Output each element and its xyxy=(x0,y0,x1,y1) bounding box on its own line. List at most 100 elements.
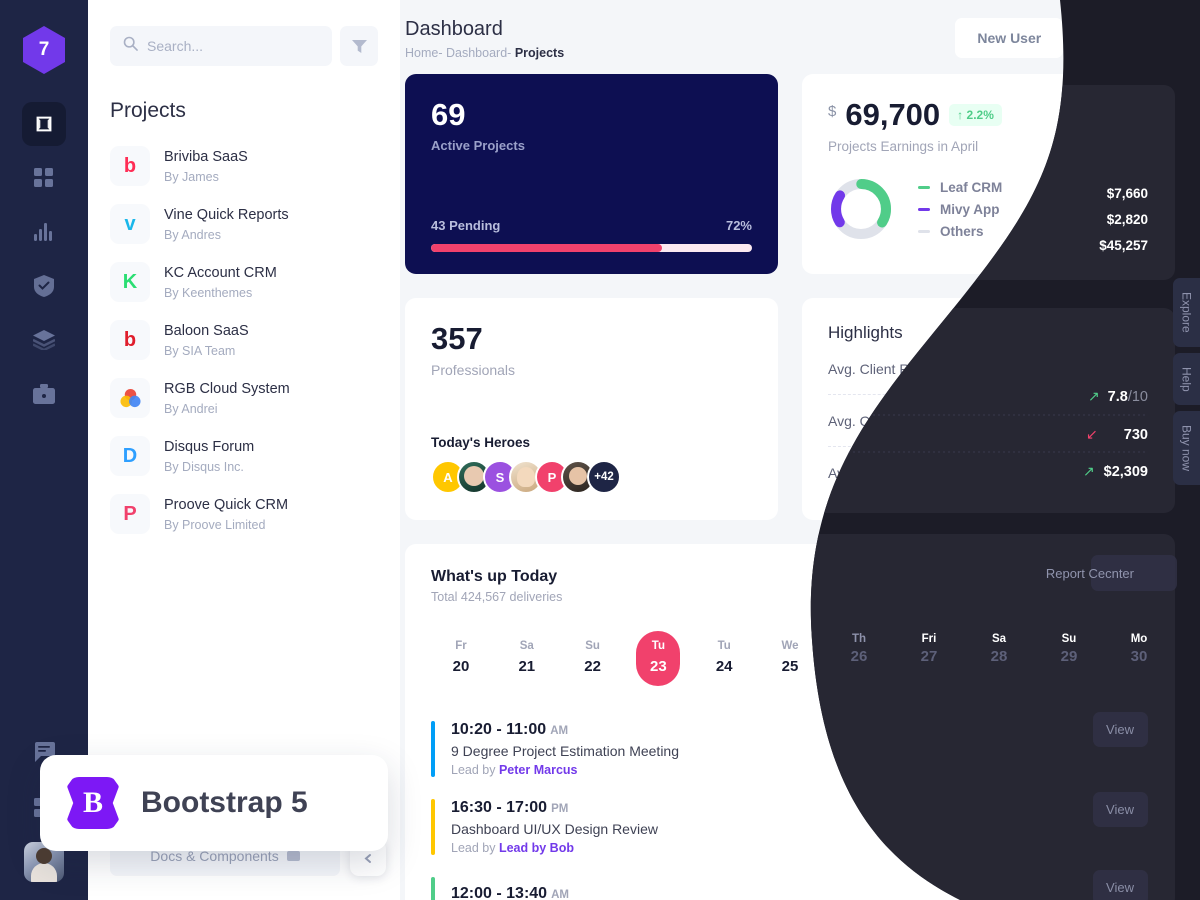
arrow-up-right-icon: ↗ xyxy=(1087,360,1100,376)
list-item[interactable]: b Baloon SaaS By SIA Team xyxy=(110,311,378,369)
date-cell[interactable]: Su 29 xyxy=(1031,631,1075,686)
date-cell[interactable]: We 25 xyxy=(768,631,812,686)
tab-help[interactable]: Help xyxy=(1173,352,1200,406)
active-projects-card: 69 Active Projects 43 Pending 72% xyxy=(405,74,778,274)
progress-bar xyxy=(431,244,752,252)
pending-label: 43 Pending xyxy=(431,218,501,233)
project-logo-icon: b xyxy=(110,320,150,360)
breadcrumb-home[interactable]: Home- xyxy=(405,46,443,60)
shield-check-icon[interactable] xyxy=(22,264,66,308)
event-lead-link[interactable]: Peter Marcus xyxy=(499,763,578,777)
date-cell[interactable]: Fri 27 xyxy=(900,631,944,686)
list-item[interactable]: D Disqus Forum By Disqus Inc. xyxy=(110,427,378,485)
side-tabs: Explore Help Buy now xyxy=(1173,278,1200,486)
event-color-bar xyxy=(431,721,435,777)
highlights-title: Highlights xyxy=(828,323,903,342)
project-logo-icon: b xyxy=(110,146,150,186)
table-row: Avg. Agent Earnings ↗ $2,309 xyxy=(828,447,1149,498)
list-item[interactable]: RGB Cloud System By Andrei xyxy=(110,369,378,427)
event-color-bar xyxy=(431,877,435,900)
whats-up-subtitle: Total 424,567 deliveries xyxy=(431,590,563,604)
project-name: Baloon SaaS xyxy=(164,323,249,340)
filter-icon[interactable] xyxy=(340,26,378,66)
new-goal-button[interactable]: New Goal xyxy=(1071,18,1175,58)
app-root: 7 Search... Projects b Briviba SaaS By J… xyxy=(0,0,1200,900)
project-name: Vine Quick Reports xyxy=(164,207,289,224)
date-cell[interactable]: Tu 24 xyxy=(702,631,746,686)
date-cell[interactable]: Th 26 xyxy=(834,631,878,686)
events-list: 10:20 - 11:00 AM 9 Degree Project Estimat… xyxy=(431,710,1149,900)
avatar-more-count[interactable]: +42 xyxy=(587,460,621,494)
grid-icon[interactable] xyxy=(22,156,66,200)
event-name: Dashboard UI/UX Design Review xyxy=(451,821,658,837)
highlights-card: Highlights Avg. Client Rating ↗ 7.8/10 A… xyxy=(802,298,1175,520)
breadcrumb-dashboard[interactable]: Dashboard- xyxy=(446,46,511,60)
highlight-label: Avg. Agent Earnings xyxy=(828,464,955,481)
list-item[interactable]: K KC Account CRM By Keenthemes xyxy=(110,253,378,311)
arrow-up-icon: ↑ xyxy=(957,107,964,122)
breadcrumb: Home- Dashboard- Projects xyxy=(405,46,564,60)
event-color-bar xyxy=(431,799,435,855)
briefcase-icon[interactable] xyxy=(22,372,66,416)
date-cell[interactable]: Sa 28 xyxy=(965,631,1009,686)
project-owner: By Andrei xyxy=(164,401,218,416)
list-item: 10:20 - 11:00 AM 9 Degree Project Estimat… xyxy=(431,710,1149,788)
event-name: 9 Degree Project Estimation Meeting xyxy=(451,743,679,759)
legend-swatch-icon xyxy=(918,185,930,189)
earnings-value: 69,700 xyxy=(845,97,941,132)
date-cell[interactable]: Fr 20 xyxy=(439,631,483,686)
breadcrumb-current: Projects xyxy=(514,46,565,60)
legend-label: Leaf CRM xyxy=(940,179,1003,195)
highlight-value: $2,309 xyxy=(1104,464,1149,481)
list-item[interactable]: v Vine Quick Reports By Andres xyxy=(110,195,378,253)
page-header: Dashboard Home- Dashboard- Projects New … xyxy=(400,0,1200,60)
arrow-down-left-icon: ↙ xyxy=(1104,412,1116,428)
date-cell[interactable]: Mo 30 xyxy=(1097,631,1141,686)
list-item[interactable]: P Proove Quick CRM By Proove Limited xyxy=(110,485,378,543)
date-cell[interactable]: Sa 21 xyxy=(505,631,549,686)
progress-percent: 72% xyxy=(725,218,752,233)
search-placeholder: Search... xyxy=(147,38,204,54)
report-center-button[interactable]: Report Cecnter xyxy=(1028,568,1149,605)
header-actions: New User New Goal xyxy=(955,18,1175,60)
view-button[interactable]: View xyxy=(1079,885,1149,900)
highlight-label: Avg. Client Rating xyxy=(828,360,940,377)
active-projects-label: Active Projects xyxy=(431,138,525,153)
tab-buy-now[interactable]: Buy now xyxy=(1173,411,1200,486)
layers-icon[interactable] xyxy=(22,318,66,362)
date-cell[interactable]: Su 22 xyxy=(571,631,615,686)
app-logo-badge[interactable]: 7 xyxy=(23,26,65,74)
event-lead-link[interactable]: Lead by Bob xyxy=(499,841,574,855)
search-row: Search... xyxy=(88,0,400,66)
cube-icon[interactable] xyxy=(22,102,66,146)
legend-swatch-icon xyxy=(918,229,930,233)
view-button[interactable]: View xyxy=(1079,808,1149,846)
new-user-button[interactable]: New User xyxy=(955,18,1064,58)
view-button[interactable]: View xyxy=(1079,730,1149,768)
table-row: Avg. Client Rating ↗ 7.8/10 xyxy=(828,343,1149,395)
main-content: Dashboard Home- Dashboard- Projects New … xyxy=(400,0,1200,900)
project-owner: By Keenthemes xyxy=(164,285,253,300)
project-name: Disqus Forum xyxy=(164,439,255,456)
search-icon xyxy=(123,36,138,56)
search-input[interactable]: Search... xyxy=(110,26,332,66)
legend-item: Mivy App $2,820 xyxy=(918,198,1149,220)
event-lead: Lead by Lead by Bob xyxy=(451,841,574,855)
projects-list: b Briviba SaaS By James v Vine Quick Rep… xyxy=(88,123,400,543)
stats-grid: 69 Active Projects 43 Pending 72% $ 69,7… xyxy=(400,60,1200,520)
legend-label: Others xyxy=(940,223,984,239)
legend-item: Others $45,257 xyxy=(918,220,1149,242)
bootstrap-logo-icon: B xyxy=(67,777,119,829)
whats-up-section: What's up Today Total 424,567 deliveries… xyxy=(400,520,1200,900)
promo-badge[interactable]: B Bootstrap 5 xyxy=(40,755,388,851)
professionals-card: 357 Professionals Today's Heroes A S P +… xyxy=(405,298,778,520)
tab-explore[interactable]: Explore xyxy=(1173,278,1200,347)
arrow-up-right-icon: ↗ xyxy=(1083,464,1096,480)
table-row: Avg. Quotes ↙ 730 xyxy=(828,395,1149,447)
bar-chart-icon[interactable] xyxy=(22,210,66,254)
legend-value: $2,820 xyxy=(1107,201,1149,217)
date-cell-selected[interactable]: Tu 23 xyxy=(636,631,681,686)
list-item[interactable]: b Briviba SaaS By James xyxy=(110,137,378,195)
active-projects-value: 69 xyxy=(431,97,466,132)
status-badge: ↑ 2.2% xyxy=(949,103,1002,126)
